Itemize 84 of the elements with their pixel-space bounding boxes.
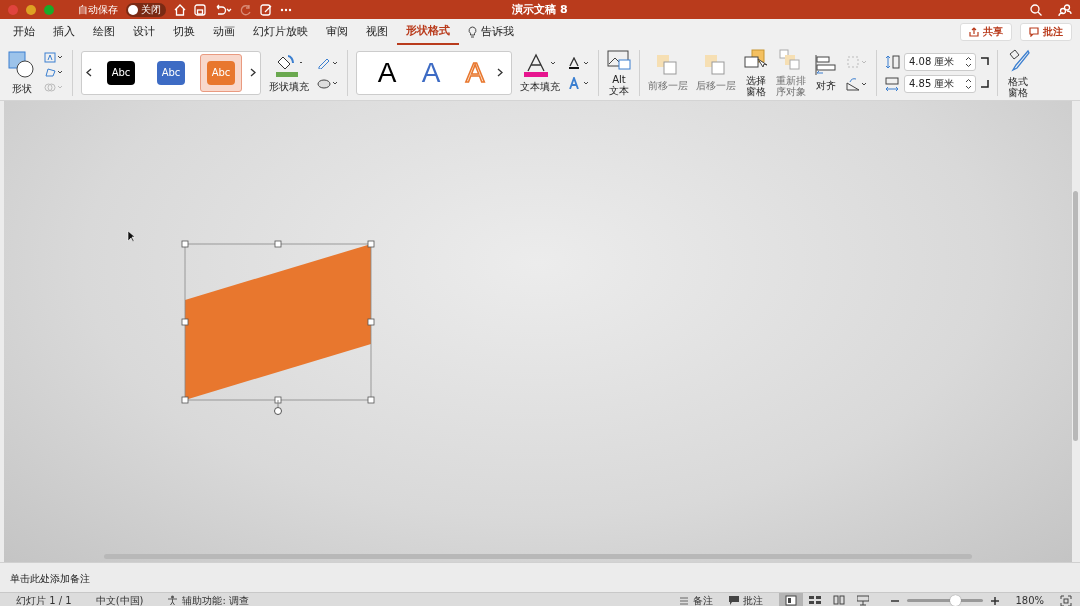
shape-fill-button[interactable]: 形状填充 xyxy=(269,53,309,92)
accessibility-icon xyxy=(167,595,179,606)
view-button[interactable] xyxy=(779,593,804,606)
text-box-icon[interactable] xyxy=(44,52,64,63)
picture-icon xyxy=(607,49,631,70)
notes-button[interactable]: 备注 xyxy=(679,593,714,606)
lightbulb-icon xyxy=(468,26,477,38)
autosave-toggle[interactable]: 关闭 xyxy=(126,2,166,17)
width-field[interactable]: 4.85 厘米 xyxy=(904,74,976,93)
selection-pane-icon xyxy=(744,48,768,71)
rotate-icon[interactable] xyxy=(846,76,868,91)
window-title: 演示文稿 8 xyxy=(512,2,568,18)
tell-me-button[interactable]: 告诉我 xyxy=(459,19,523,45)
normal-view-icon xyxy=(785,595,798,606)
arrange-button[interactable]: 选择 窗格 xyxy=(744,48,768,97)
send-backward-icon xyxy=(704,54,728,76)
ribbon-tab[interactable]: 绘图 xyxy=(84,19,124,45)
ribbon-tab[interactable]: 视图 xyxy=(357,19,397,45)
stepper-icon[interactable] xyxy=(965,55,972,68)
slide-counter: 幻灯片 1 / 1 xyxy=(16,593,72,606)
people-icon[interactable] xyxy=(1058,3,1072,16)
edit-document-icon[interactable] xyxy=(260,3,272,16)
sorter-view-icon xyxy=(809,595,822,606)
zoom-in-icon[interactable] xyxy=(991,596,1000,605)
autosave-label: 自动保存 xyxy=(78,3,118,17)
reorder-objects-icon xyxy=(779,48,803,71)
vertical-scrollbar[interactable] xyxy=(1073,191,1078,441)
text-effects-icon[interactable] xyxy=(568,76,590,89)
paint-bucket-icon xyxy=(276,53,302,77)
ribbon-tab[interactable]: 动画 xyxy=(204,19,244,45)
shape-style[interactable]: Abc xyxy=(100,53,142,92)
horizontal-scrollbar[interactable] xyxy=(104,554,972,559)
save-icon[interactable] xyxy=(194,3,206,16)
zoom-thumb[interactable] xyxy=(949,595,961,606)
reading-view-icon xyxy=(833,595,846,606)
ribbon-tab[interactable]: 设计 xyxy=(124,19,164,45)
share-button[interactable]: 共享 xyxy=(960,23,1012,41)
cursor-icon xyxy=(127,230,135,242)
crop-corner-icon xyxy=(980,79,989,88)
format-pane-button[interactable]: 格式 窗格 xyxy=(1006,47,1030,98)
shape-style[interactable]: Abc xyxy=(150,53,192,92)
comments-button[interactable]: 批注 xyxy=(1020,23,1072,41)
ribbon-tab[interactable]: 幻灯片放映 xyxy=(244,19,317,45)
undo-icon[interactable] xyxy=(214,3,232,16)
minimize-button[interactable] xyxy=(26,4,36,15)
ribbon-tab[interactable]: 开始 xyxy=(4,19,44,45)
comment-icon xyxy=(729,596,740,605)
accessibility-button[interactable]: 辅助功能: 调查 xyxy=(167,593,249,606)
notes-placeholder[interactable]: 单击此处添加备注 xyxy=(10,573,90,584)
zoom-percent: 180% xyxy=(1015,593,1044,606)
fit-slide-icon[interactable] xyxy=(1060,594,1072,606)
text-fill-icon xyxy=(524,53,556,77)
width-icon xyxy=(885,76,900,91)
shape-effects-icon[interactable] xyxy=(317,76,339,89)
height-icon xyxy=(885,54,900,69)
language-label: 中文(中国) xyxy=(95,593,144,606)
stepper-icon[interactable] xyxy=(965,77,972,90)
pen-outline-icon[interactable] xyxy=(317,56,339,69)
home-icon[interactable] xyxy=(174,3,186,16)
ribbon-tab[interactable]: 审阅 xyxy=(317,19,357,45)
shapes-icon xyxy=(8,51,36,79)
search-icon[interactable] xyxy=(1030,3,1042,16)
redo-icon xyxy=(240,3,252,16)
show-view-icon xyxy=(857,595,870,606)
wordart-style[interactable]: A xyxy=(409,52,453,93)
comments-button[interactable]: 批注 xyxy=(729,593,764,606)
wordart-style[interactable]: A xyxy=(365,52,409,93)
crop-corner-icon xyxy=(980,57,989,66)
ribbon-tab[interactable]: 插入 xyxy=(44,19,84,45)
shape-button[interactable]: 形状 xyxy=(8,51,36,94)
edit-points-icon[interactable] xyxy=(44,67,64,78)
bring-forward-icon xyxy=(656,54,680,76)
notes-icon xyxy=(679,596,690,605)
text-fill-button[interactable]: 文本填充 xyxy=(520,53,560,92)
comment-icon xyxy=(1029,27,1039,37)
share-icon xyxy=(969,27,979,37)
align-icon xyxy=(814,54,838,76)
height-field[interactable]: 4.08 厘米 xyxy=(904,52,976,71)
alt-text-button[interactable]: Alt 文本 xyxy=(607,49,631,96)
merge-shapes-icon xyxy=(44,82,64,93)
text-outline-icon[interactable] xyxy=(568,56,590,69)
ribbon-tab[interactable]: 切换 xyxy=(164,19,204,45)
arrange-button[interactable]: 对齐 xyxy=(814,54,838,91)
group-icon xyxy=(846,54,868,69)
